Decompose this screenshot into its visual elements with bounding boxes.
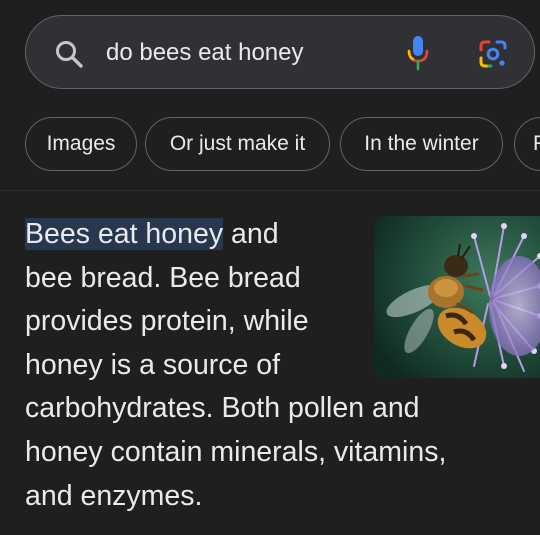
chip-images[interactable]: Images — [25, 117, 137, 171]
bee-image[interactable] — [374, 216, 540, 378]
chip-in-the-winter[interactable]: In the winter — [340, 117, 503, 171]
search-bar[interactable] — [25, 15, 535, 89]
search-icon[interactable] — [54, 39, 84, 69]
answer-highlight: Bees eat honey — [25, 218, 224, 250]
answer-line-5: carbohydrates. Both pollen and — [25, 392, 420, 425]
chip-or-just-make-it[interactable]: Or just make it — [145, 117, 330, 171]
search-input[interactable] — [106, 34, 386, 72]
answer-line-7: and enzymes. — [25, 479, 203, 512]
answer-line-6: honey contain minerals, vitamins, — [25, 435, 447, 468]
search-results-page: Images Or just make it In the winter F B… — [0, 0, 540, 535]
suggestion-chips: Images Or just make it In the winter F — [25, 117, 540, 173]
bee-on-flower-picture — [374, 216, 540, 378]
chip-partial[interactable]: F — [514, 117, 540, 171]
answer-line-1-rest: and — [223, 218, 279, 250]
google-lens-icon[interactable] — [477, 38, 509, 70]
divider — [0, 190, 540, 191]
mic-icon[interactable] — [406, 34, 430, 72]
